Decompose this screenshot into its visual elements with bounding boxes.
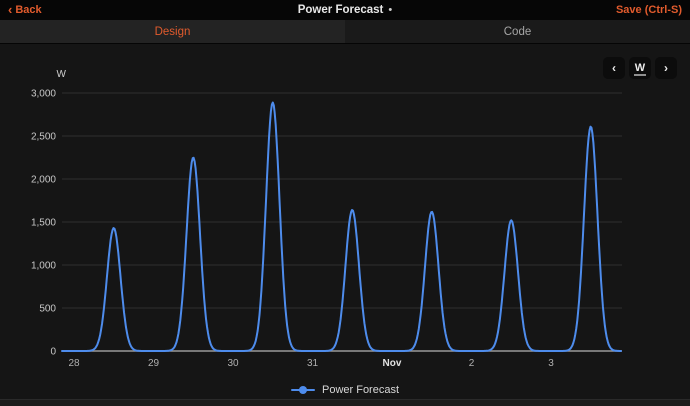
chart-panel: ‹ W › 0 500 1,000 1,500 2,000 2,500 3,000 W 28 29… xyxy=(0,44,690,406)
y-axis-tick-label: 2,500 xyxy=(31,132,56,143)
y-axis-tick-label: 3,000 xyxy=(31,89,56,100)
title-area: Power Forecast • xyxy=(0,0,690,20)
chevron-right-icon: › xyxy=(664,60,668,75)
y-axis-tick-label: 1,000 xyxy=(31,261,56,272)
period-week-button[interactable]: W xyxy=(629,57,651,79)
tab-code-label: Code xyxy=(503,25,532,38)
tab-design-label: Design xyxy=(154,25,191,38)
tab-bar: Design Code xyxy=(0,20,690,44)
header-bar: ‹ Back Power Forecast • Save (Ctrl-S) xyxy=(0,0,690,20)
legend-label: Power Forecast xyxy=(321,384,400,396)
tab-code[interactable]: Code xyxy=(345,20,690,43)
x-axis-tick-label: Nov xyxy=(383,358,402,369)
x-axis-tick-label: 28 xyxy=(68,358,80,369)
save-button[interactable]: Save (Ctrl-S) xyxy=(616,0,682,20)
x-axis-tick-label: 2 xyxy=(469,358,475,369)
legend-line-marker-icon xyxy=(290,385,315,395)
period-toolbar: ‹ W › xyxy=(603,57,677,79)
back-label: Back xyxy=(15,4,42,16)
selected-period-underline xyxy=(634,74,646,76)
y-axis-unit-label: W xyxy=(57,69,67,80)
bottom-divider xyxy=(0,399,690,406)
tab-design[interactable]: Design xyxy=(0,20,345,43)
x-axis-tick-label: 30 xyxy=(227,358,239,369)
y-axis-tick-label: 500 xyxy=(39,304,56,315)
x-axis-tick-label: 31 xyxy=(307,358,319,369)
next-period-button[interactable]: › xyxy=(655,57,677,79)
y-axis-tick-label: 0 xyxy=(50,347,56,358)
chevron-left-icon: ‹ xyxy=(8,1,13,17)
unsaved-changes-indicator: • xyxy=(388,4,393,16)
prev-period-button[interactable]: ‹ xyxy=(603,57,625,79)
power-forecast-chart[interactable]: 05001,0001,5002,0002,5003,000W28 29 30 31 No… xyxy=(0,44,690,406)
forecast-line-series[interactable] xyxy=(61,101,622,352)
x-axis-tick-label: 29 xyxy=(148,358,160,369)
x-axis-tick-label: 3 xyxy=(548,358,554,369)
back-button[interactable]: ‹ Back xyxy=(8,0,42,20)
page-title: Power Forecast xyxy=(297,4,384,16)
chevron-left-icon: ‹ xyxy=(612,60,616,75)
editor-window: ‹ Back Power Forecast • Save (Ctrl-S) De… xyxy=(0,0,690,406)
save-label: Save (Ctrl-S) xyxy=(615,4,682,16)
y-axis-tick-label: 2,000 xyxy=(31,175,56,186)
legend-item-power-forecast[interactable]: Power Forecast xyxy=(0,380,690,400)
y-axis-tick-label: 1,500 xyxy=(31,218,56,229)
